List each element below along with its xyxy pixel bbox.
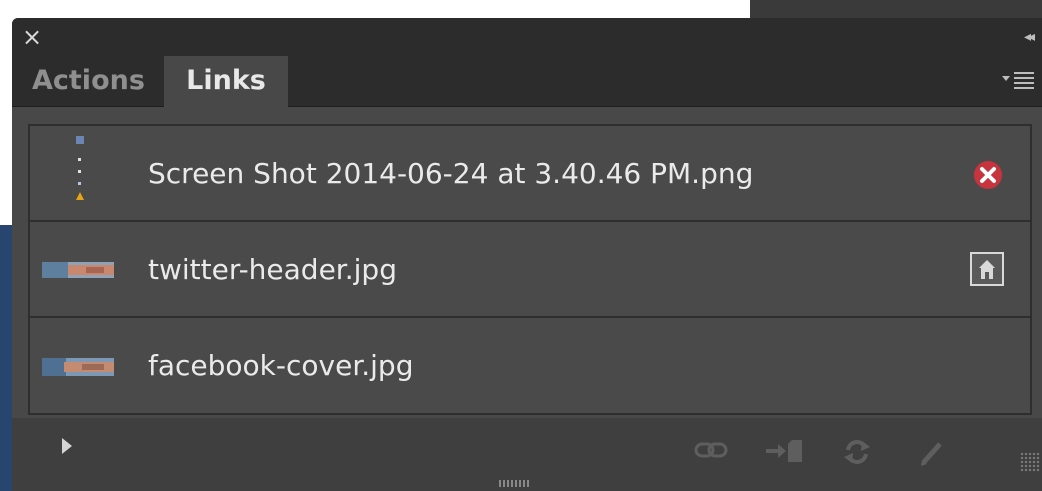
- panel-tabbar: Actions Links: [12, 56, 1042, 107]
- resize-handle[interactable]: [1020, 452, 1040, 472]
- panel-resize-grip[interactable]: [499, 480, 531, 487]
- tab-links[interactable]: Links: [164, 56, 288, 107]
- panel-menu-icon[interactable]: [1002, 68, 1034, 94]
- tab-actions[interactable]: Actions: [32, 56, 145, 106]
- edit-original-icon[interactable]: [918, 438, 948, 472]
- go-to-link-icon[interactable]: [764, 438, 804, 468]
- close-icon[interactable]: ×: [22, 19, 42, 55]
- link-name: Screen Shot 2014-06-24 at 3.40.46 PM.png: [148, 157, 754, 190]
- list-item[interactable]: facebook-cover.jpg: [30, 318, 1030, 414]
- update-link-icon[interactable]: [842, 438, 872, 470]
- background-window-edge: [750, 0, 1042, 20]
- relink-icon[interactable]: [694, 438, 728, 466]
- links-panel: × ◂◂ Actions Links Screen Shot 2014-06-2…: [12, 18, 1042, 491]
- file-thumbnail: [74, 136, 86, 202]
- file-thumbnail: [42, 358, 114, 376]
- missing-link-icon[interactable]: [972, 159, 1004, 195]
- panel-titlebar: × ◂◂: [12, 18, 1042, 56]
- links-list: Screen Shot 2014-06-24 at 3.40.46 PM.png…: [28, 124, 1032, 415]
- link-name: facebook-cover.jpg: [148, 349, 414, 382]
- collapse-panel-icon[interactable]: ◂◂: [1024, 19, 1035, 55]
- file-thumbnail: [42, 262, 114, 278]
- expand-arrow-icon[interactable]: [60, 436, 74, 460]
- embedded-icon[interactable]: [970, 252, 1004, 290]
- list-item[interactable]: Screen Shot 2014-06-24 at 3.40.46 PM.png: [30, 126, 1030, 222]
- link-name: twitter-header.jpg: [148, 253, 397, 286]
- list-item[interactable]: twitter-header.jpg: [30, 222, 1030, 318]
